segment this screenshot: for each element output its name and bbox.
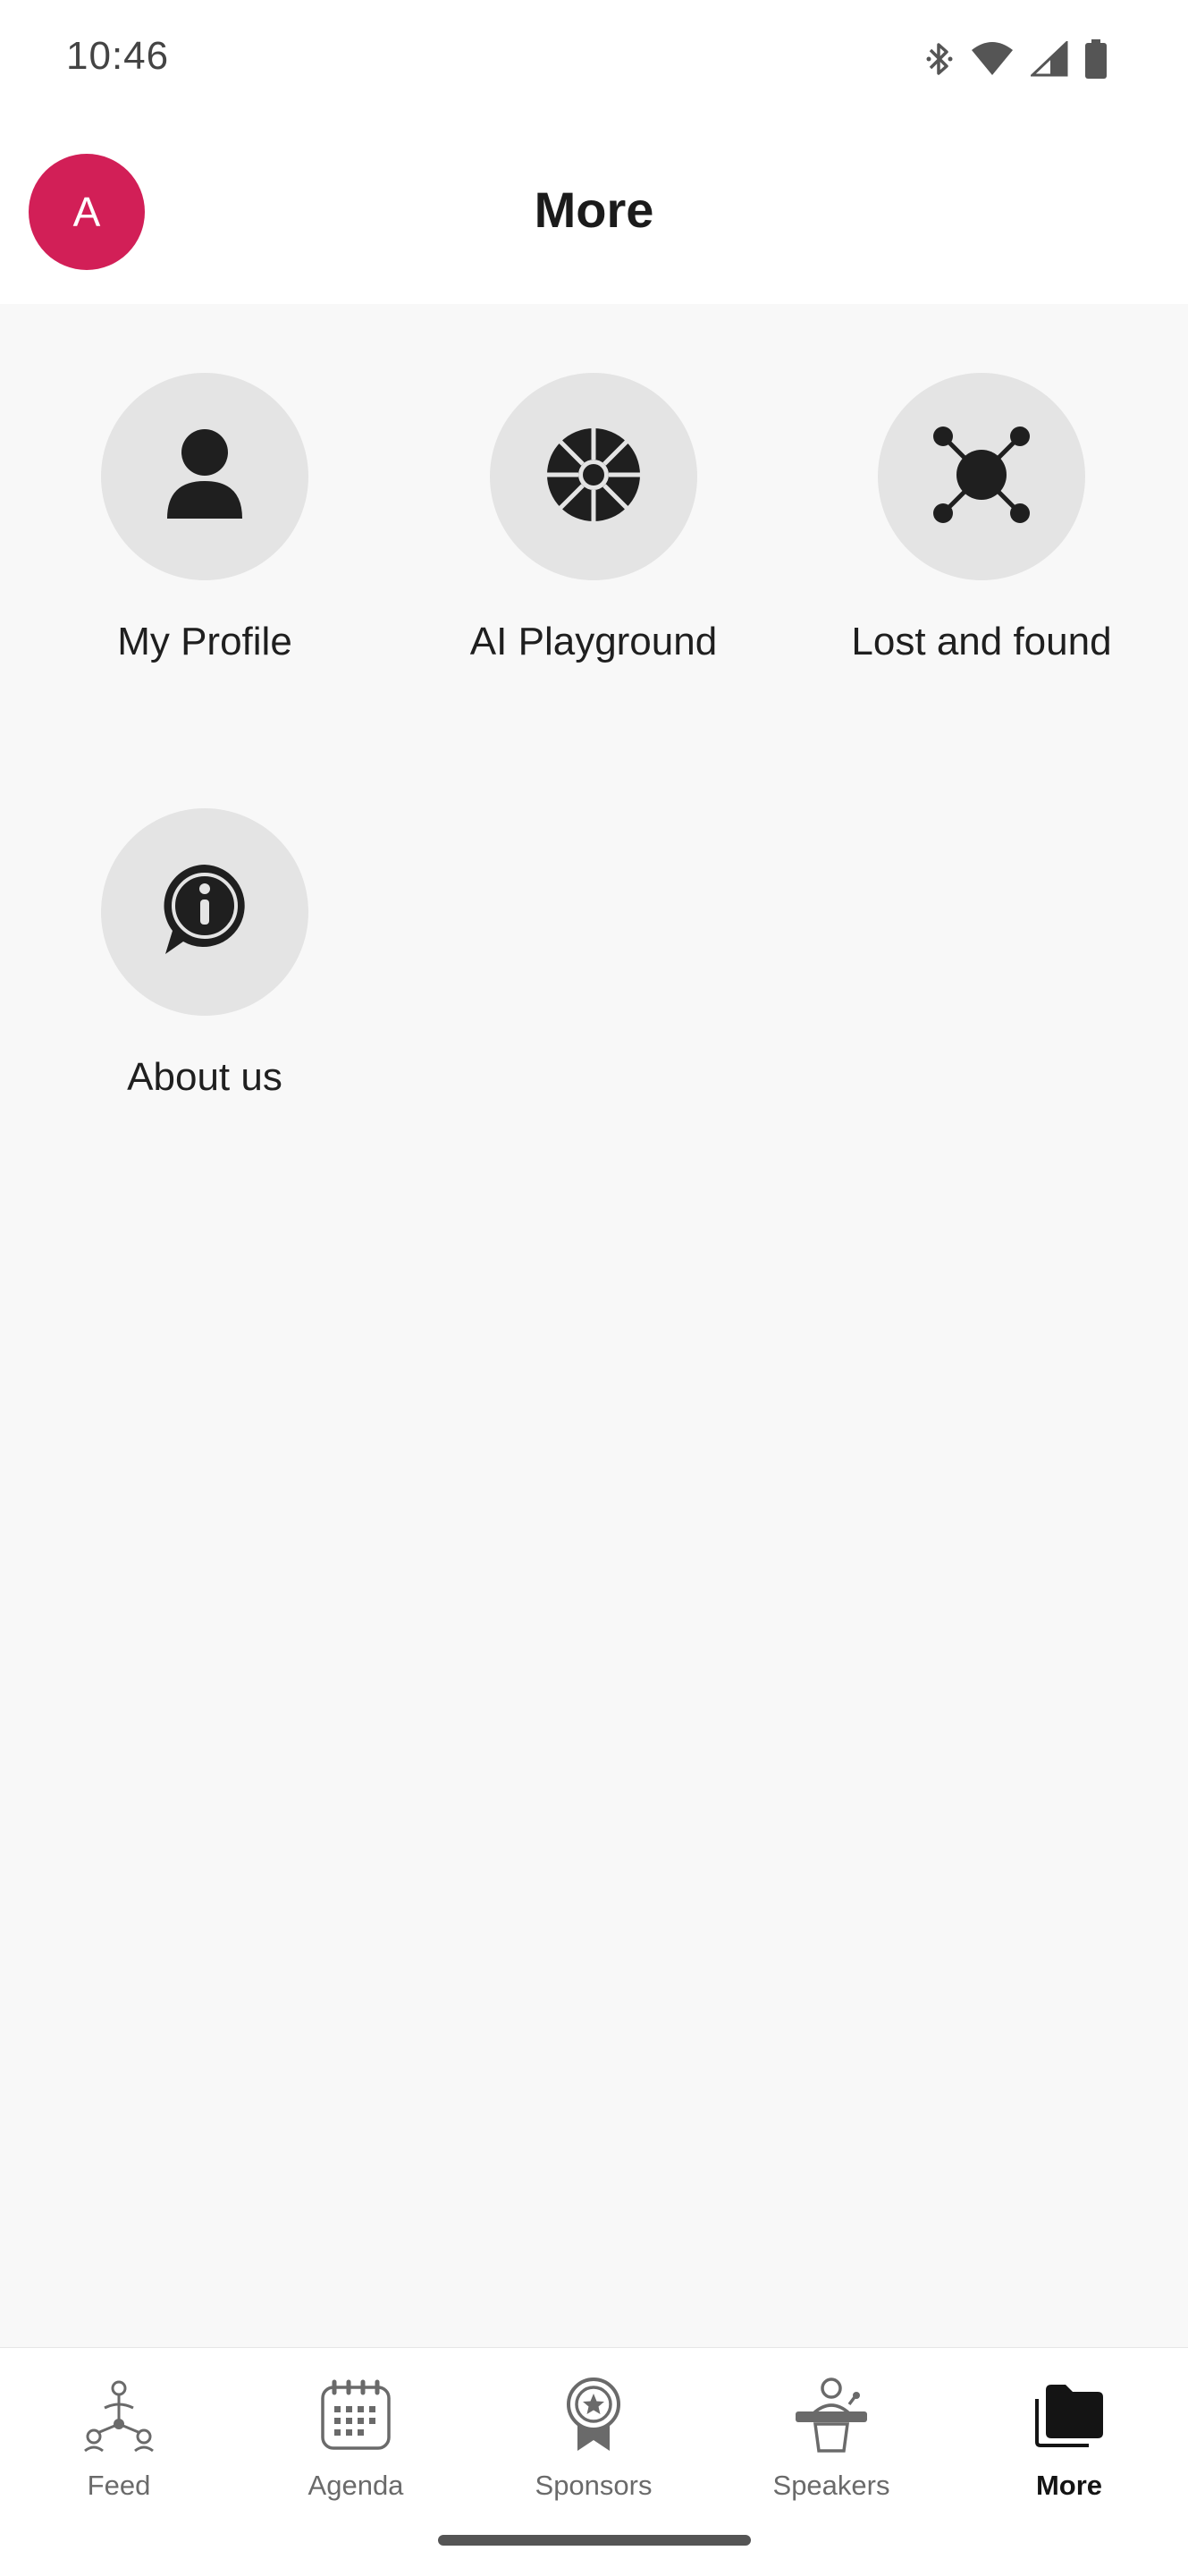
status-bar: 10:46 <box>0 0 1188 116</box>
tile-about-us[interactable]: About us <box>17 808 392 1184</box>
tile-my-profile[interactable]: My Profile <box>17 373 392 748</box>
status-icons <box>925 39 1108 79</box>
tile-circle <box>878 373 1085 580</box>
nav-item-feed[interactable]: Feed <box>29 2368 208 2502</box>
nav-label: Agenda <box>308 2470 404 2501</box>
tile-label: My Profile <box>117 620 292 663</box>
speaker-podium-icon <box>794 2377 869 2457</box>
battery-icon <box>1084 39 1108 79</box>
award-icon <box>565 2377 622 2457</box>
nav-label: Feed <box>87 2470 151 2501</box>
home-indicator[interactable] <box>438 2535 751 2546</box>
nav-label: Speakers <box>772 2470 890 2501</box>
tile-label: Lost and found <box>851 620 1112 663</box>
signal-icon <box>1031 41 1068 77</box>
status-time: 10:46 <box>66 34 170 78</box>
bluetooth-icon <box>925 39 954 79</box>
wifi-icon <box>970 41 1015 77</box>
feed-network-icon <box>83 2378 155 2457</box>
tile-circle <box>101 808 308 1016</box>
nav-item-speakers[interactable]: Speakers <box>742 2368 921 2502</box>
nav-item-agenda[interactable]: Agenda <box>266 2368 445 2502</box>
tile-circle <box>101 373 308 580</box>
tile-label: AI Playground <box>469 620 718 663</box>
calendar-icon <box>320 2379 392 2455</box>
app-header: A More <box>0 116 1188 304</box>
hub-icon <box>932 426 1031 528</box>
folder-icon <box>1033 2383 1105 2452</box>
wheel-icon <box>544 426 643 528</box>
tile-label: About us <box>127 1055 282 1099</box>
nav-label: More <box>1035 2470 1103 2501</box>
tile-ai-playground[interactable]: AI Playground <box>406 373 781 748</box>
nav-label: Sponsors <box>535 2470 653 2501</box>
page-title: More <box>534 182 654 238</box>
person-icon <box>160 426 249 528</box>
nav-item-more[interactable]: More <box>980 2368 1159 2502</box>
nav-item-sponsors[interactable]: Sponsors <box>504 2368 683 2502</box>
info-bubble-icon <box>160 861 249 964</box>
tile-circle <box>490 373 697 580</box>
tile-lost-and-found[interactable]: Lost and found <box>794 373 1169 748</box>
